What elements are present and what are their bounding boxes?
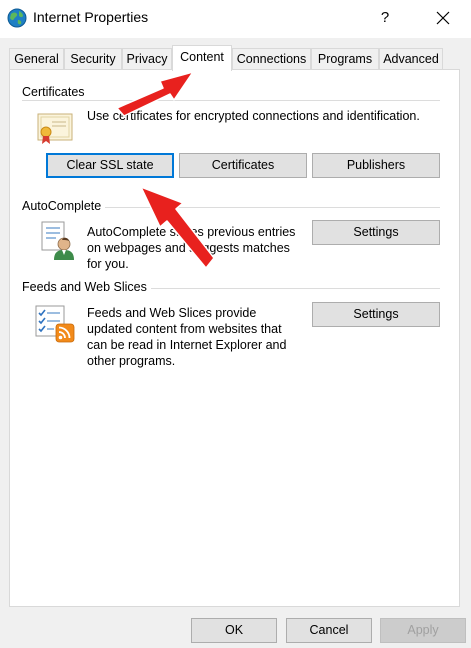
tab-content[interactable]: Content (172, 45, 232, 71)
feeds-desc-line2: updated content from websites that (87, 322, 282, 336)
user-document-icon (41, 221, 74, 260)
publishers-button[interactable]: Publishers (312, 153, 440, 178)
window-title: Internet Properties (33, 9, 149, 25)
clear-ssl-state-button[interactable]: Clear SSL state (46, 153, 174, 178)
feeds-desc-line4: other programs. (87, 354, 176, 368)
close-icon[interactable] (426, 4, 460, 32)
tab-privacy[interactable]: Privacy (122, 48, 172, 70)
certificates-divider (22, 100, 440, 101)
title-bar: Internet Properties ? (0, 0, 471, 38)
ok-button[interactable]: OK (191, 618, 277, 643)
tab-connections[interactable]: Connections (232, 48, 311, 70)
globe-icon (7, 8, 27, 28)
autocomplete-heading: AutoComplete (22, 199, 106, 213)
tab-programs[interactable]: Programs (311, 48, 379, 70)
feeds-desc-line3: can be read in Internet Explorer and (87, 338, 287, 352)
help-button[interactable]: ? (370, 4, 400, 32)
autocomplete-desc-line2: on webpages and suggests matches (87, 241, 290, 255)
certificates-button[interactable]: Certificates (179, 153, 307, 178)
feeds-settings-button[interactable]: Settings (312, 302, 440, 327)
feeds-desc-line1: Feeds and Web Slices provide (87, 306, 257, 320)
certificate-icon (37, 113, 73, 144)
certificates-description: Use certificates for encrypted connectio… (87, 109, 420, 123)
tab-advanced[interactable]: Advanced (379, 48, 443, 70)
autocomplete-desc-line3: for you. (87, 257, 129, 271)
autocomplete-settings-button[interactable]: Settings (312, 220, 440, 245)
tab-security[interactable]: Security (64, 48, 122, 70)
certificates-heading: Certificates (22, 85, 89, 99)
autocomplete-desc-line1: AutoComplete stores previous entries (87, 225, 296, 239)
feeds-heading: Feeds and Web Slices (22, 280, 151, 294)
feeds-checklist-icon (35, 305, 75, 343)
tab-general[interactable]: General (9, 48, 64, 70)
cancel-button[interactable]: Cancel (286, 618, 372, 643)
apply-button[interactable]: Apply (380, 618, 466, 643)
